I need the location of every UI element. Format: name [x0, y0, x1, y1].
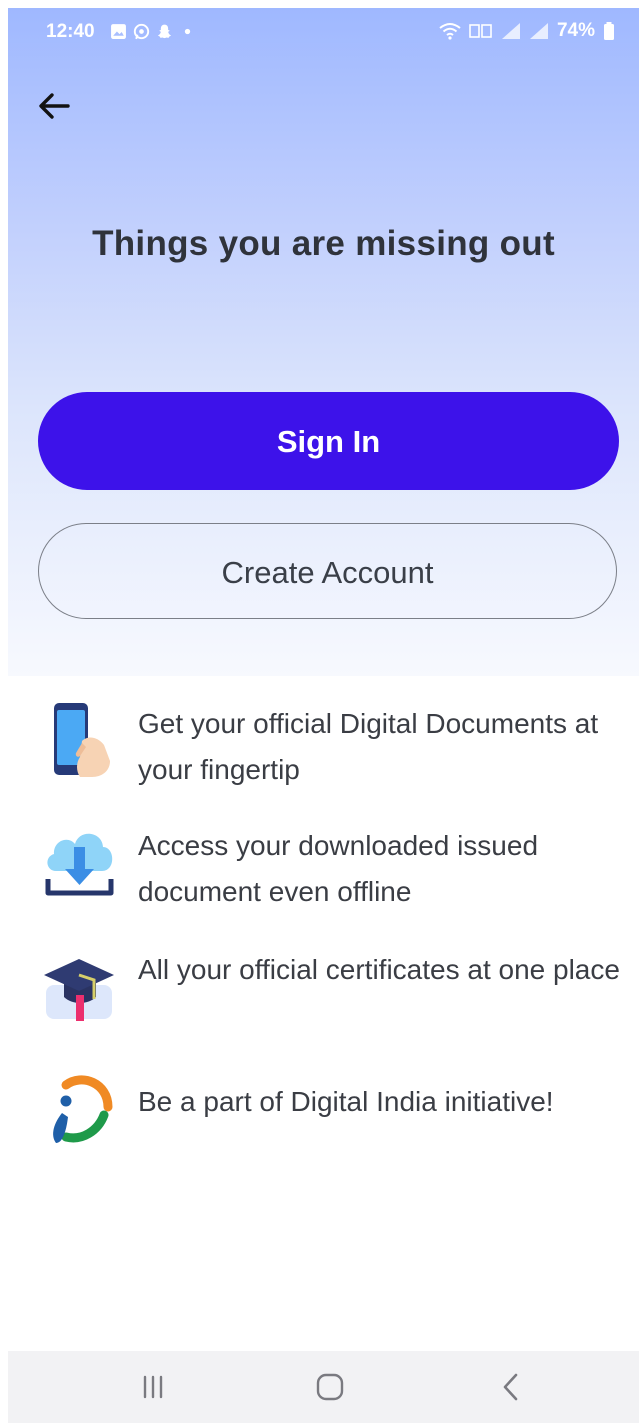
- battery-percent: 74%: [556, 20, 595, 41]
- status-notification-icons: [110, 23, 196, 40]
- battery-icon: [604, 22, 614, 40]
- home-icon[interactable]: [308, 1365, 352, 1409]
- back-chevron-icon[interactable]: [489, 1365, 533, 1409]
- wifi-icon: [439, 23, 461, 40]
- status-bar: 12:40 74%: [8, 8, 639, 56]
- graduation-cap-icon: [44, 959, 114, 1021]
- create-account-button[interactable]: Create Account: [38, 523, 617, 619]
- dot-icon: [184, 28, 191, 35]
- feature-text: Access your downloaded issued document e…: [138, 830, 539, 907]
- system-nav-bar: [8, 1351, 639, 1423]
- feature-text: All your official certificates at one pl…: [138, 954, 620, 985]
- signal-icon: [501, 23, 520, 39]
- volte-icon: [469, 24, 492, 38]
- digital-india-logo-icon: [53, 1075, 113, 1143]
- cloud-download-icon: [45, 833, 114, 896]
- gallery-icon: [111, 24, 126, 39]
- whatsapp-icon: [133, 23, 150, 40]
- sign-in-button[interactable]: Sign In: [38, 392, 619, 490]
- feature-text: Be a part of Digital India initiative!: [138, 1086, 554, 1117]
- screen: 12:40 74% Things you are missing out Sig…: [8, 8, 639, 1423]
- snapchat-icon: [157, 24, 172, 39]
- status-time: 12:40: [46, 21, 95, 42]
- page-title: Things you are missing out: [92, 224, 555, 263]
- status-system-icons: 74%: [439, 20, 615, 42]
- hero-background: 12:40 74% Things you are missing out Sig…: [8, 8, 639, 676]
- recents-icon[interactable]: [131, 1365, 175, 1409]
- phone-hand-icon: [54, 703, 110, 777]
- feature-text: Get your official Digital Documents at y…: [138, 708, 599, 785]
- signal-icon: [529, 23, 548, 39]
- arrow-left-icon[interactable]: [34, 86, 74, 126]
